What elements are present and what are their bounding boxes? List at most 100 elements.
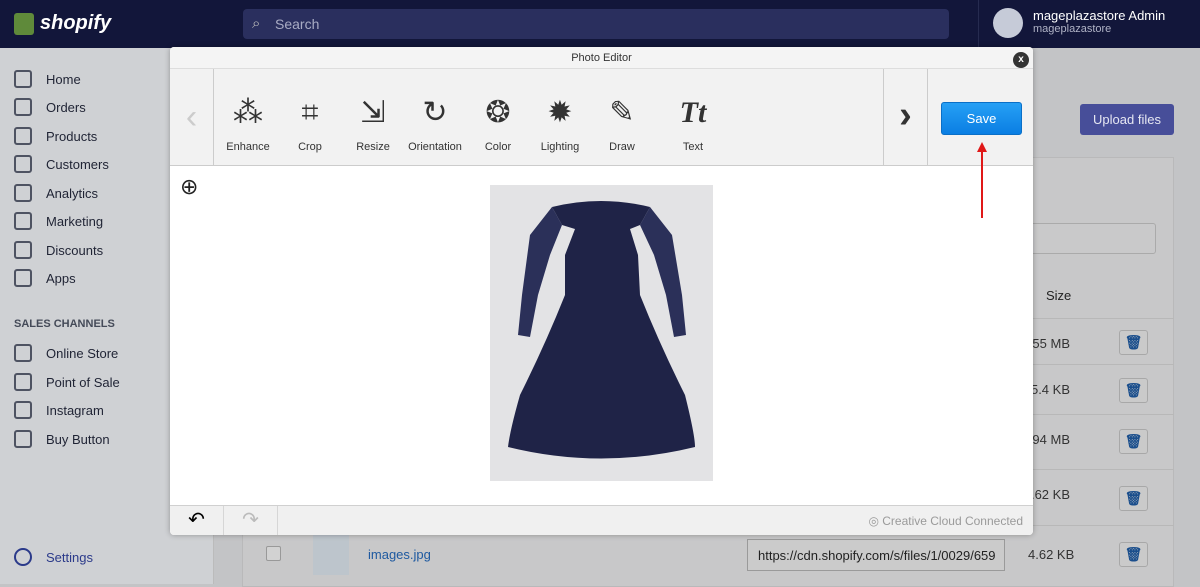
tool-crop[interactable]: ⌗ Crop bbox=[280, 69, 340, 153]
delete-button[interactable]: 🗑︎ bbox=[1119, 429, 1148, 454]
image-canvas: ⊕ bbox=[170, 166, 1033, 505]
avatar bbox=[993, 8, 1023, 38]
person-icon bbox=[14, 155, 32, 173]
user-name: mageplazastore Admin bbox=[1033, 8, 1166, 23]
editor-footer: ↶ ↷ ◎ Creative Cloud Connected bbox=[170, 505, 1033, 535]
nav-label: Apps bbox=[46, 270, 76, 286]
undo-button[interactable]: ↶ bbox=[170, 506, 224, 535]
tool-draw[interactable]: ✎ Draw bbox=[592, 69, 652, 153]
crop-icon: ⌗ bbox=[301, 96, 319, 129]
close-button[interactable]: x bbox=[1013, 52, 1029, 68]
tool-label: Orientation bbox=[408, 141, 462, 153]
search-input[interactable]: ⌕ Search bbox=[243, 9, 949, 39]
scroll-right-button[interactable]: › bbox=[883, 69, 928, 166]
size-column-header: Size bbox=[1046, 288, 1072, 303]
status-text: Creative Cloud Connected bbox=[882, 514, 1023, 528]
file-thumbnail bbox=[313, 535, 349, 575]
discount-icon bbox=[14, 241, 32, 259]
chevron-right-icon: › bbox=[899, 94, 912, 136]
brand-name: shopify bbox=[40, 12, 112, 34]
sidebar-item-home[interactable]: Home bbox=[14, 70, 81, 88]
annotation-arrow bbox=[977, 142, 987, 218]
tool-label: Resize bbox=[356, 141, 390, 153]
modal-title: Photo Editor bbox=[170, 47, 1033, 69]
sidebar-item-customers[interactable]: Customers bbox=[14, 155, 109, 173]
creative-cloud-status: ◎ Creative Cloud Connected bbox=[868, 514, 1023, 528]
nav-label: Marketing bbox=[46, 213, 104, 229]
sidebar-item-instagram[interactable]: Instagram bbox=[14, 401, 104, 419]
megaphone-icon bbox=[14, 212, 32, 230]
wand-icon: ⁂ bbox=[233, 96, 263, 129]
file-size: 94 MB bbox=[1032, 432, 1070, 447]
store-name: mageplazastore bbox=[1033, 23, 1112, 35]
sidebar-item-products[interactable]: Products bbox=[14, 127, 97, 145]
tool-label: Lighting bbox=[540, 141, 580, 153]
tool-lighting[interactable]: ✹ Lighting bbox=[530, 69, 590, 153]
color-wheel-icon: ❂ bbox=[485, 96, 511, 129]
buy-button-icon bbox=[14, 430, 32, 448]
store-icon bbox=[14, 344, 32, 362]
tool-label: Crop bbox=[298, 141, 322, 153]
bag-icon bbox=[14, 373, 32, 391]
delete-button[interactable]: 🗑︎ bbox=[1119, 542, 1148, 567]
redo-button[interactable]: ↷ bbox=[224, 506, 278, 535]
save-button[interactable]: Save bbox=[941, 102, 1022, 135]
search-placeholder: Search bbox=[275, 16, 320, 32]
trash-icon: 🗑︎ bbox=[1124, 490, 1143, 506]
nav-label: Discounts bbox=[46, 242, 104, 258]
nav-label: Settings bbox=[46, 549, 93, 565]
tool-label: Text bbox=[682, 141, 704, 153]
photo-editor-modal: Photo Editor ‹ ⁂ Enhance ⌗ Crop ⇲ Resize ↻ O… bbox=[170, 47, 1033, 535]
trash-icon: 🗑︎ bbox=[1124, 433, 1143, 449]
tool-label: Enhance bbox=[226, 141, 270, 153]
tool-orientation[interactable]: ↻ Orientation bbox=[405, 69, 465, 153]
tool-enhance[interactable]: ⁂ Enhance bbox=[218, 69, 278, 153]
tool-resize[interactable]: ⇲ Resize bbox=[343, 69, 403, 153]
instagram-icon bbox=[14, 401, 32, 419]
dress-photo bbox=[490, 185, 713, 481]
sidebar-item-marketing[interactable]: Marketing bbox=[14, 212, 103, 230]
zoom-in-icon[interactable]: ⊕ bbox=[180, 174, 198, 200]
sidebar-item-apps[interactable]: Apps bbox=[14, 269, 76, 287]
sidebar-item-settings[interactable]: Settings bbox=[14, 548, 93, 566]
delete-button[interactable]: 🗑︎ bbox=[1119, 330, 1148, 355]
file-size: 55 MB bbox=[1032, 336, 1070, 351]
chart-icon bbox=[14, 184, 32, 202]
trash-icon: 🗑︎ bbox=[1124, 382, 1143, 398]
nav-label: Products bbox=[46, 128, 98, 144]
sidebar-item-buy-button[interactable]: Buy Button bbox=[14, 430, 110, 448]
file-name-link[interactable]: images.jpg bbox=[368, 547, 431, 562]
file-url-field[interactable]: https://cdn.shopify.com/s/files/1/0029/6… bbox=[747, 539, 1005, 571]
tool-label: Draw bbox=[609, 141, 635, 153]
undo-icon: ↶ bbox=[188, 509, 205, 531]
sidebar-item-pos[interactable]: Point of Sale bbox=[14, 373, 120, 391]
nav-label: Analytics bbox=[46, 185, 99, 201]
apps-icon bbox=[14, 269, 32, 287]
sun-icon: ✹ bbox=[547, 96, 573, 129]
gear-icon bbox=[14, 548, 32, 566]
row-checkbox[interactable] bbox=[266, 546, 281, 561]
upload-files-button[interactable]: Upload files bbox=[1080, 104, 1174, 135]
text-icon: Tt bbox=[679, 96, 707, 129]
file-size: 4.62 KB bbox=[1028, 547, 1075, 562]
sidebar-item-discounts[interactable]: Discounts bbox=[14, 241, 103, 259]
tool-text[interactable]: Tt Text bbox=[663, 69, 723, 153]
nav-label: Point of Sale bbox=[46, 374, 120, 390]
tool-color[interactable]: ❂ Color bbox=[468, 69, 528, 153]
nav-label: Instagram bbox=[46, 402, 104, 418]
delete-button[interactable]: 🗑︎ bbox=[1119, 378, 1148, 403]
nav-label: Orders bbox=[46, 99, 86, 115]
sales-channels-heading: SALES CHANNELS bbox=[14, 318, 115, 330]
sidebar-item-analytics[interactable]: Analytics bbox=[14, 184, 98, 202]
nav-label: Buy Button bbox=[46, 431, 110, 447]
sidebar-item-online-store[interactable]: Online Store bbox=[14, 344, 118, 362]
sidebar-item-orders[interactable]: Orders bbox=[14, 98, 86, 116]
user-menu[interactable]: mageplazastore Admin mageplazastore bbox=[978, 0, 1165, 48]
shopify-logo[interactable]: shopify bbox=[14, 12, 111, 35]
pencil-icon: ✎ bbox=[609, 96, 635, 129]
delete-button[interactable]: 🗑︎ bbox=[1119, 486, 1148, 511]
scroll-left-button[interactable]: ‹ bbox=[170, 69, 214, 166]
creative-cloud-icon: ◎ bbox=[868, 514, 883, 528]
resize-icon: ⇲ bbox=[360, 96, 386, 129]
trash-icon: 🗑︎ bbox=[1124, 334, 1143, 350]
